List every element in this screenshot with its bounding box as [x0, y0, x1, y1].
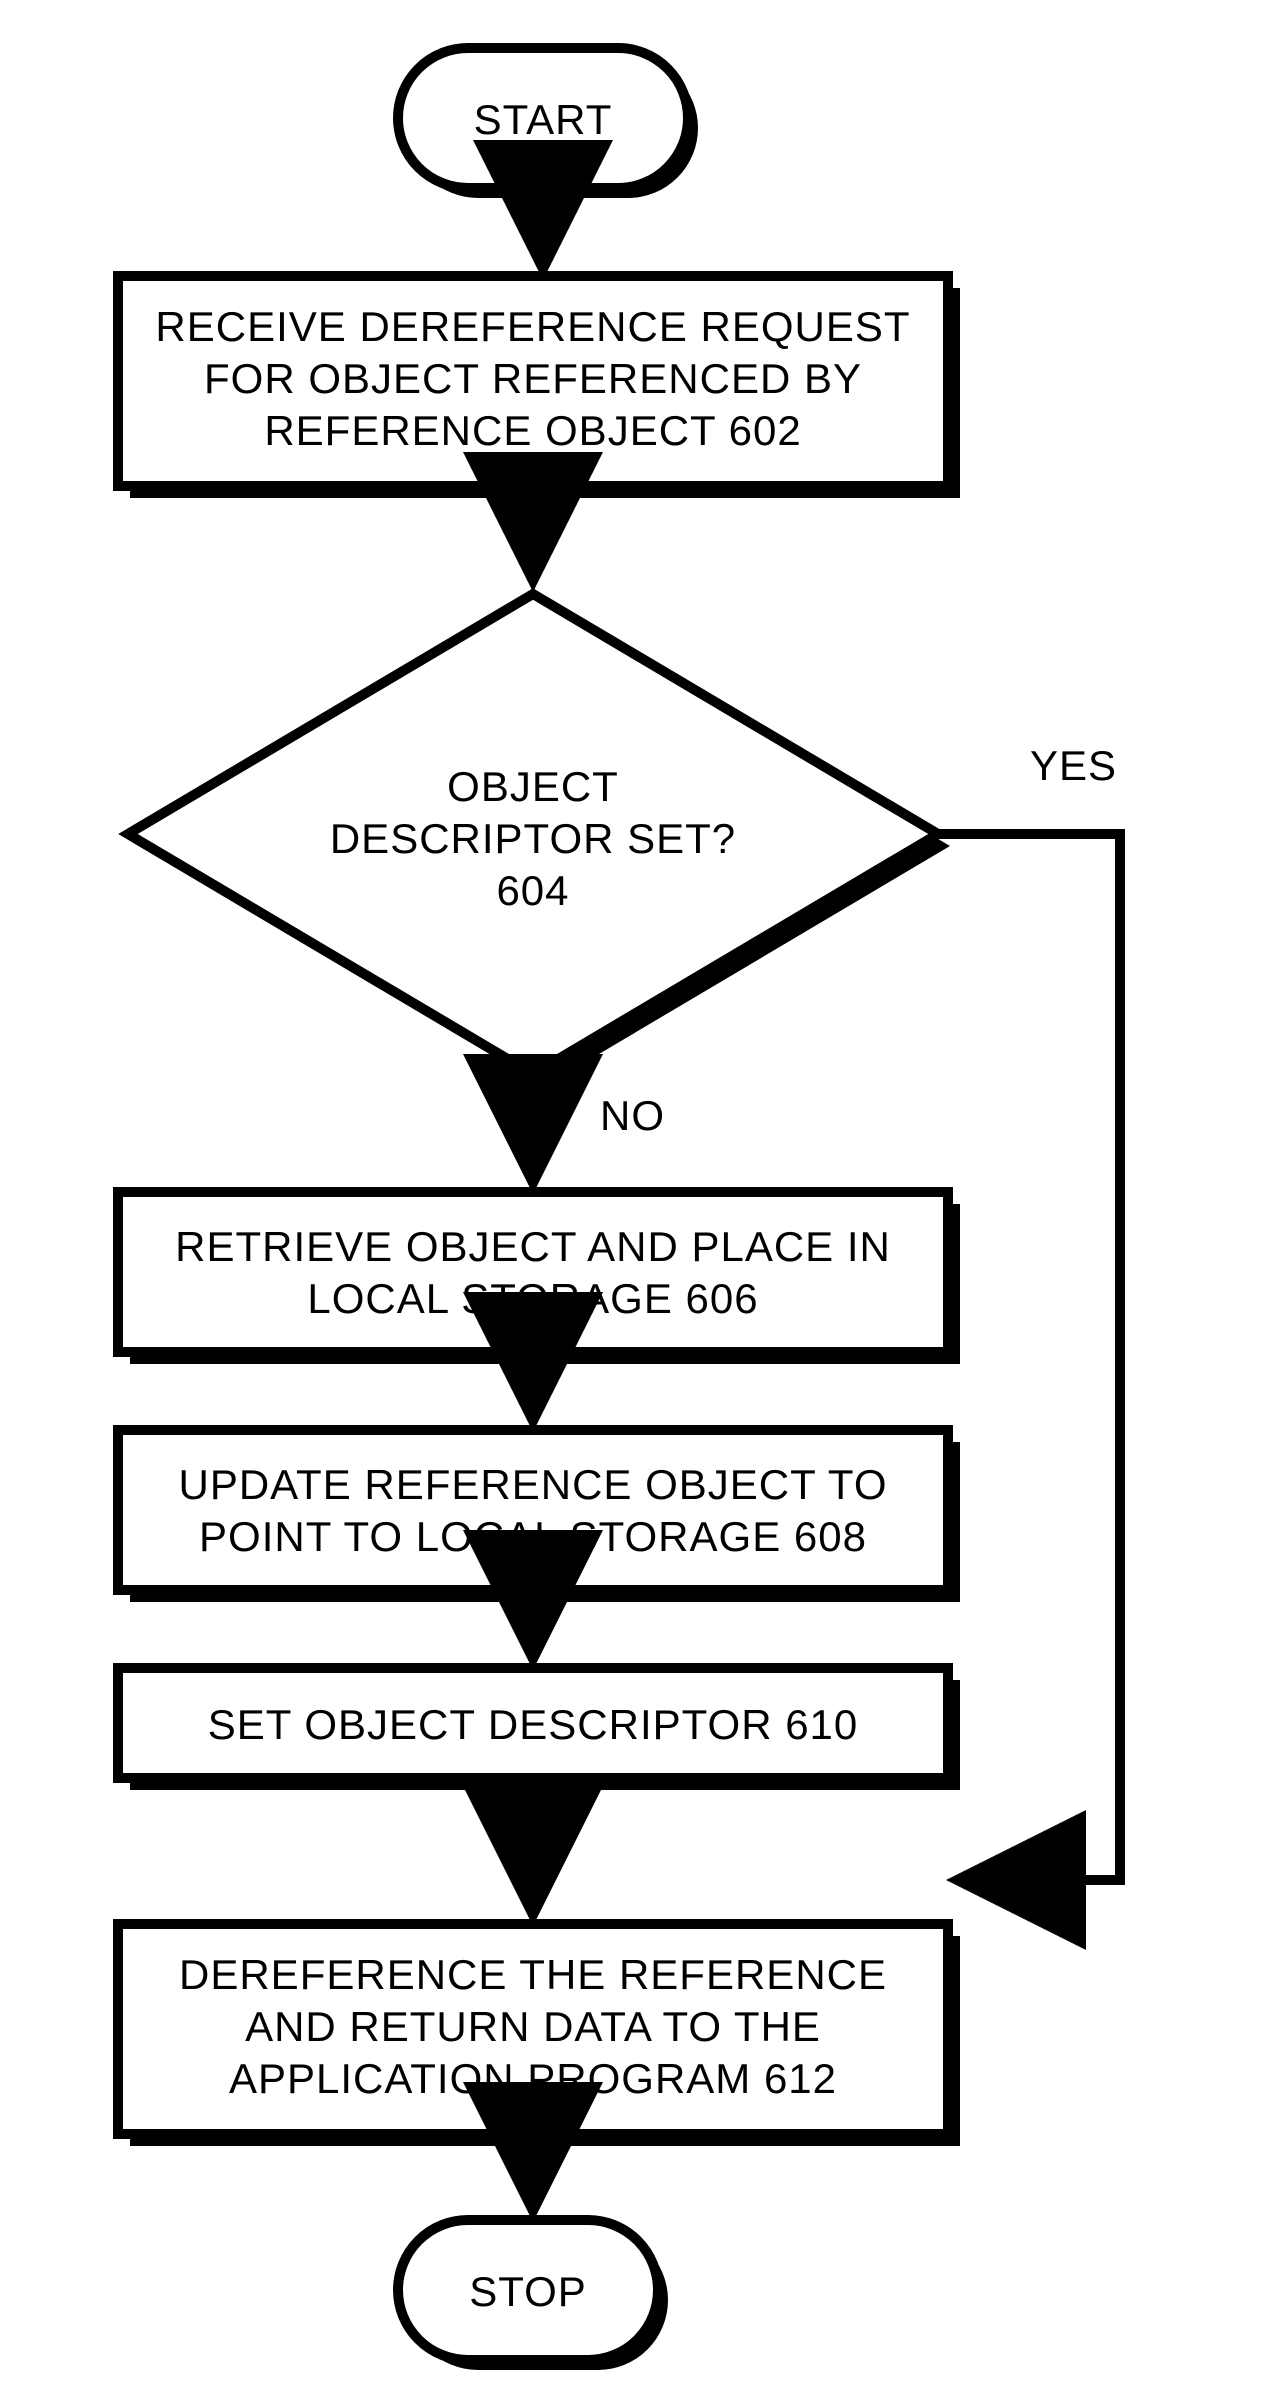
n604-line3: 604 — [496, 867, 569, 914]
n610-line1: SET OBJECT DESCRIPTOR 610 — [208, 1701, 859, 1748]
n606-line1: RETRIEVE OBJECT AND PLACE IN — [175, 1223, 891, 1270]
stop-node: STOP — [398, 2220, 668, 2370]
node-606: RETRIEVE OBJECT AND PLACE IN LOCAL STORA… — [118, 1192, 960, 1364]
no-label: NO — [600, 1092, 665, 1139]
node-602: RECEIVE DEREFERENCE REQUEST FOR OBJECT R… — [118, 276, 960, 498]
node-610: SET OBJECT DESCRIPTOR 610 — [118, 1668, 960, 1790]
node-608: UPDATE REFERENCE OBJECT TO POINT TO LOCA… — [118, 1430, 960, 1602]
edge-604-612-yes — [938, 834, 1120, 1880]
n604-line1: OBJECT — [447, 763, 619, 810]
n612-line2: AND RETURN DATA TO THE — [245, 2003, 821, 2050]
flowchart-diagram: START RECEIVE DEREFERENCE REQUEST FOR OB… — [0, 0, 1273, 2405]
n612-line3: APPLICATION PROGRAM 612 — [229, 2055, 837, 2102]
stop-label: STOP — [469, 2268, 587, 2315]
n606-line2: LOCAL STORAGE 606 — [307, 1275, 758, 1322]
n608-line2: POINT TO LOCAL STORAGE 608 — [199, 1513, 867, 1560]
n608-line1: UPDATE REFERENCE OBJECT TO — [178, 1461, 887, 1508]
n602-line3: REFERENCE OBJECT 602 — [264, 407, 801, 454]
n604-line2: DESCRIPTOR SET? — [330, 815, 736, 862]
node-604: OBJECT DESCRIPTOR SET? 604 — [128, 594, 950, 1086]
n612-line1: DEREFERENCE THE REFERENCE — [179, 1951, 887, 1998]
start-node: START — [398, 48, 698, 198]
start-label: START — [474, 96, 613, 143]
n602-line1: RECEIVE DEREFERENCE REQUEST — [155, 303, 910, 350]
node-612: DEREFERENCE THE REFERENCE AND RETURN DAT… — [118, 1924, 960, 2146]
n602-line2: FOR OBJECT REFERENCED BY — [204, 355, 862, 402]
yes-label: YES — [1030, 742, 1117, 789]
